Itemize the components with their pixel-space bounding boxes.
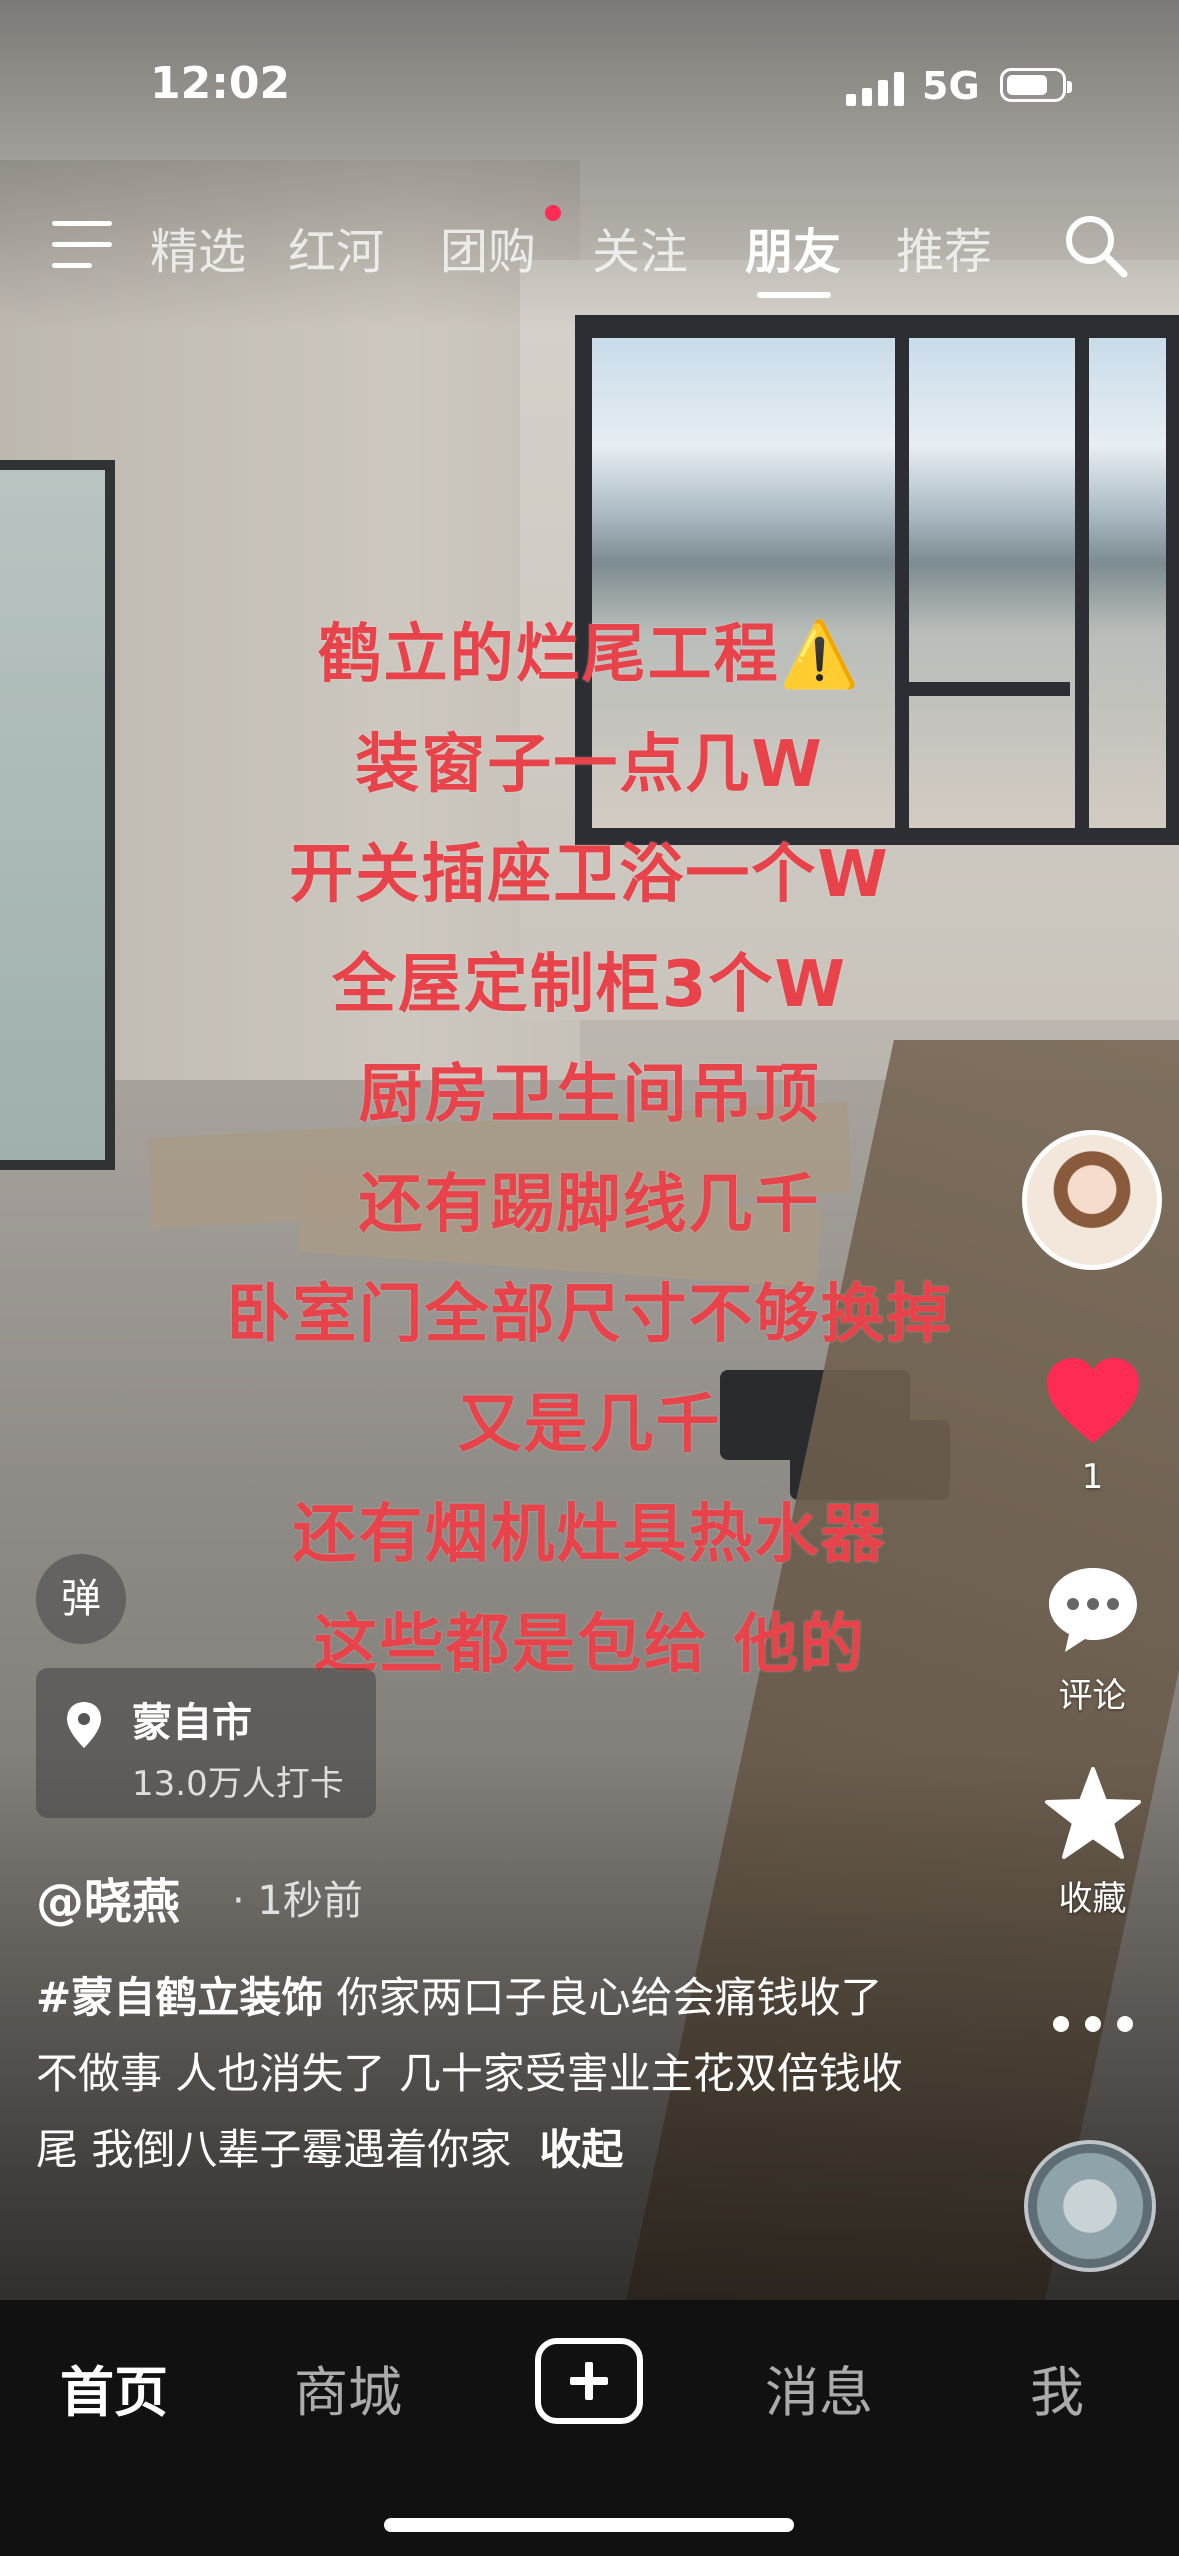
tab-group-buy[interactable]: 团购 bbox=[440, 212, 536, 282]
comment-button[interactable]: 评论 bbox=[1020, 1562, 1165, 1717]
hashtag-link[interactable]: #蒙自鹤立装饰 bbox=[36, 1973, 323, 2022]
caption-line: 还有烟机灶具热水器 bbox=[292, 1498, 887, 1572]
battery-icon bbox=[1000, 68, 1072, 102]
caption-line: 装窗子一点几W bbox=[355, 728, 824, 802]
tab-following[interactable]: 关注 bbox=[592, 212, 688, 282]
tab-recommended[interactable]: 推荐 bbox=[896, 212, 992, 282]
signal-icon bbox=[846, 72, 906, 106]
tab-honghe[interactable]: 红河 bbox=[288, 212, 384, 282]
menu-icon[interactable] bbox=[52, 221, 112, 269]
caption-line: 鹤立的烂尾工程⚠️ bbox=[317, 618, 862, 692]
caption-line: 还有踢脚线几千 bbox=[358, 1168, 821, 1242]
create-post-button[interactable] bbox=[535, 2338, 643, 2424]
caption-line: 又是几千 bbox=[457, 1388, 722, 1462]
nav-home[interactable]: 首页 bbox=[60, 2348, 168, 2427]
like-button[interactable]: 1 bbox=[1020, 1355, 1165, 1497]
location-city: 蒙自市 bbox=[132, 1700, 252, 1746]
caption-line: 开关插座卫浴一个W bbox=[289, 838, 890, 912]
favorite-button[interactable]: 收藏 bbox=[1020, 1765, 1165, 1920]
top-tab-bar: 精选 红河 团购 关注 朋友 推荐 bbox=[0, 200, 1179, 310]
more-icon[interactable] bbox=[1053, 2010, 1133, 2040]
bottom-nav: 首页 商城 消息 我 bbox=[0, 2300, 1179, 2556]
comment-icon bbox=[1048, 1568, 1137, 1652]
favorite-label: 收藏 bbox=[1058, 1879, 1127, 1919]
network-type: 5G bbox=[922, 64, 980, 108]
post-time: · 1秒前 bbox=[232, 1878, 363, 1924]
comment-label: 评论 bbox=[1058, 1676, 1127, 1716]
notification-dot bbox=[545, 205, 561, 221]
music-disc-icon[interactable] bbox=[1024, 2140, 1156, 2272]
author-avatar[interactable] bbox=[1022, 1130, 1162, 1270]
home-indicator bbox=[384, 2518, 794, 2532]
nav-messages[interactable]: 消息 bbox=[765, 2348, 873, 2427]
danmu-toggle-button[interactable]: 弹 bbox=[36, 1554, 126, 1644]
location-checkins: 13.0万人打卡 bbox=[132, 1764, 344, 1804]
star-icon bbox=[1044, 1767, 1141, 1859]
search-icon[interactable] bbox=[1062, 212, 1130, 280]
caption-line: 卧室门全部尺寸不够换掉 bbox=[226, 1278, 953, 1352]
tab-featured[interactable]: 精选 bbox=[150, 212, 246, 282]
collapse-button[interactable]: 收起 bbox=[539, 2125, 623, 2174]
nav-me[interactable]: 我 bbox=[1030, 2348, 1084, 2427]
location-card[interactable]: 蒙自市 13.0万人打卡 bbox=[36, 1668, 376, 1818]
video-caption-overlay: 鹤立的烂尾工程⚠️ 装窗子一点几W 开关插座卫浴一个W 全屋定制柜3个W 厨房卫… bbox=[0, 600, 1179, 1700]
author-name[interactable]: @晓燕 bbox=[36, 1862, 180, 1932]
like-count: 1 bbox=[1081, 1457, 1104, 1497]
caption-line: 厨房卫生间吊顶 bbox=[358, 1058, 821, 1132]
status-time: 12:02 bbox=[150, 58, 291, 109]
heart-icon bbox=[1046, 1358, 1139, 1443]
caption-line: 全屋定制柜3个W bbox=[331, 948, 848, 1022]
nav-mall[interactable]: 商城 bbox=[294, 2348, 402, 2427]
video-description: #蒙自鹤立装饰 你家两口子良心给会痛钱收了不做事 人也消失了 几十家受害业主花双… bbox=[36, 1960, 916, 2188]
location-pin-icon bbox=[67, 1702, 101, 1748]
tab-friends[interactable]: 朋友 bbox=[745, 212, 841, 282]
active-tab-indicator bbox=[757, 292, 831, 298]
status-bar: 12:02 5G bbox=[0, 0, 1179, 170]
